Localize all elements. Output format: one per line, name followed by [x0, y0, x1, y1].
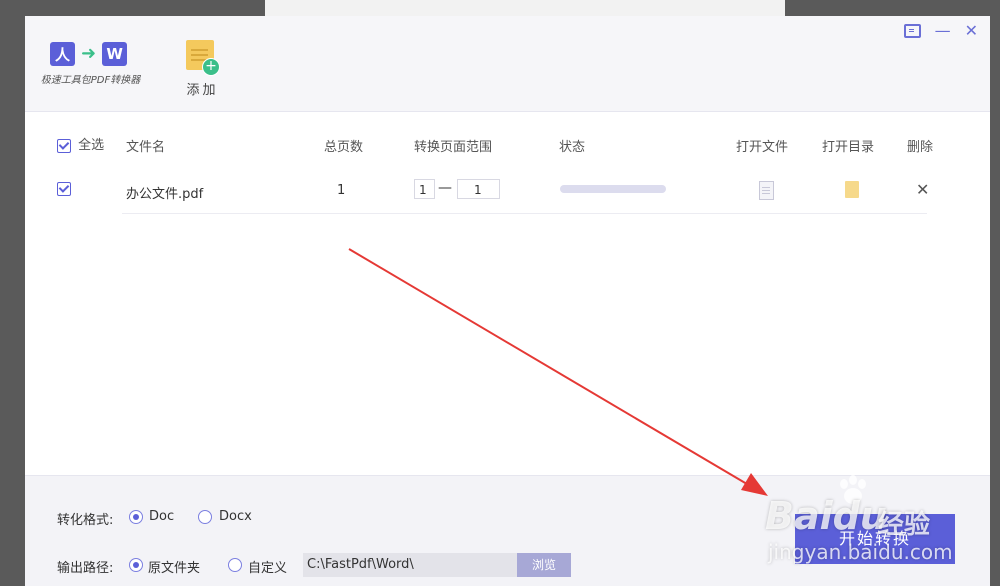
app-window: 人 ➜ W 极速工具包PDF转换器 + 添加 — ✕ 全选 文件名 总页数 转换… — [25, 16, 990, 586]
open-file-icon[interactable] — [759, 181, 774, 200]
row-total-pages: 1 — [337, 183, 346, 198]
toolbar: 人 ➜ W 极速工具包PDF转换器 + 添加 — ✕ — [25, 16, 990, 112]
app-name: 极速工具包PDF转换器 — [40, 75, 141, 86]
header-filename: 文件名 — [126, 140, 166, 155]
radio-custom-label[interactable]: 自定义 — [248, 557, 287, 576]
header-status: 状态 — [559, 140, 586, 155]
range-to-input[interactable]: 1 — [457, 179, 500, 199]
row-divider — [122, 213, 927, 214]
header-open-dir: 打开目录 — [822, 140, 875, 155]
feedback-icon[interactable] — [903, 24, 921, 38]
app-logo: 人 ➜ W 极速工具包PDF转换器 — [33, 38, 148, 88]
range-separator: — — [438, 180, 452, 196]
radio-doc-label[interactable]: Doc — [149, 509, 174, 524]
radio-custom[interactable] — [228, 558, 242, 572]
pdf-logo-icon: 人 — [50, 42, 75, 66]
range-from-input[interactable]: 1 — [414, 179, 435, 199]
add-file-button[interactable]: + 添加 — [180, 36, 225, 98]
format-label: 转化格式: — [57, 513, 114, 528]
close-button[interactable]: ✕ — [965, 23, 978, 39]
open-folder-icon[interactable] — [845, 181, 859, 198]
window-controls: — ✕ — [903, 23, 978, 39]
header-delete: 删除 — [907, 140, 934, 155]
header-open-file: 打开文件 — [736, 140, 789, 155]
plus-icon: + — [202, 58, 220, 76]
select-all[interactable]: 全选 — [57, 134, 104, 153]
radio-original-folder[interactable] — [129, 558, 143, 572]
select-all-checkbox[interactable] — [57, 138, 71, 153]
select-all-label: 全选 — [78, 138, 105, 153]
delete-icon[interactable]: ✕ — [916, 180, 929, 199]
word-logo-icon: W — [102, 42, 128, 66]
header-page-range: 转换页面范围 — [414, 140, 493, 155]
radio-doc[interactable] — [129, 510, 143, 524]
radio-docx-label[interactable]: Docx — [219, 509, 252, 524]
output-label: 输出路径: — [57, 561, 114, 576]
background-window-strip — [265, 0, 785, 16]
header-total-pages: 总页数 — [324, 140, 364, 155]
radio-docx[interactable] — [198, 510, 212, 524]
arrow-right-icon: ➜ — [81, 43, 97, 64]
add-label: 添加 — [186, 83, 219, 98]
radio-original-folder-label[interactable]: 原文件夹 — [148, 557, 200, 576]
output-path-field[interactable]: C:\FastPdf\Word\ — [303, 553, 517, 577]
status-progress-bar — [560, 185, 666, 193]
start-convert-button[interactable]: 开始转换 — [795, 514, 955, 564]
row-checkbox[interactable] — [57, 182, 71, 196]
browse-button[interactable]: 浏览 — [517, 553, 571, 577]
minimize-button[interactable]: — — [935, 23, 951, 39]
row-filename: 办公文件.pdf — [126, 187, 204, 202]
